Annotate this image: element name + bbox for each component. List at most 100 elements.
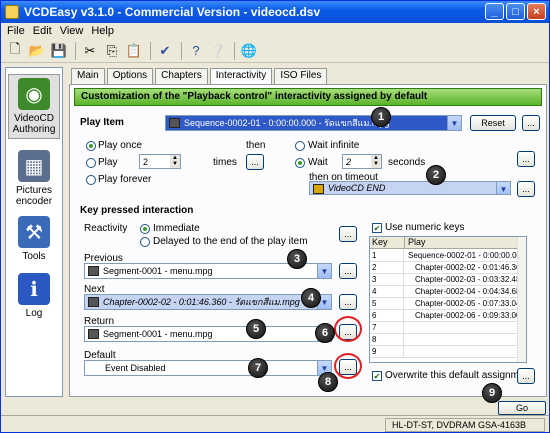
log-icon: ℹ	[18, 273, 50, 305]
play-radio[interactable]	[86, 158, 96, 168]
tab-options[interactable]: Options	[106, 68, 154, 84]
highlight-ring	[334, 353, 362, 379]
callout-marker: 3	[287, 249, 307, 269]
table-header: Key Play	[370, 237, 518, 249]
table-row[interactable]: 1 Sequence-0002-01 - 0:00:00.000	[370, 250, 518, 262]
wait-infinite-radio[interactable]	[295, 141, 305, 151]
spinner-arrows-icon[interactable]: ▲ ▼	[170, 155, 180, 168]
sidebar-item-pictures-encoder[interactable]: ▦ Pictures encoder	[6, 150, 62, 207]
tab-main[interactable]: Main	[71, 68, 105, 84]
default-value: Event Disabled	[105, 363, 166, 373]
use-numeric-keys-label: Use numeric keys	[385, 222, 465, 233]
numeric-keys-table[interactable]: Key Play 1 Sequence-0002-01 - 0:00:00.000…	[369, 236, 527, 363]
maximize-button[interactable]: □	[506, 3, 525, 20]
chevron-down-icon[interactable]: ▼	[447, 116, 461, 130]
chevron-down-icon[interactable]: ▼	[317, 264, 331, 278]
table-row[interactable]: 5 Chapter-0002-05 - 0:07:33.040	[370, 298, 518, 310]
next-select[interactable]: Chapter-0002-02 - 0:01:46.360 - รัดแขกสี…	[84, 294, 332, 310]
col-play-header: Play	[408, 237, 426, 247]
table-row[interactable]: 9	[370, 346, 518, 358]
overwrite-browse-button[interactable]: ...	[517, 368, 535, 384]
sidebar-item-label: VideoCD Authoring	[12, 113, 56, 135]
new-icon[interactable]: 🗋	[5, 41, 25, 61]
previous-browse-button[interactable]: ...	[339, 263, 357, 279]
key-cell: 6	[370, 310, 404, 322]
wait-radio[interactable]	[295, 158, 305, 168]
key-pressed-heading: Key pressed interaction	[80, 205, 194, 216]
timeout-select[interactable]: VideoCD END ▼	[309, 181, 511, 195]
play-forever-radio[interactable]	[86, 175, 96, 185]
immediate-radio[interactable]	[140, 224, 150, 234]
spinner-arrows-icon[interactable]: ▲ ▼	[371, 155, 381, 168]
play-cell: Chapter-0002-03 - 0:03:32.480	[415, 275, 518, 284]
menu-edit[interactable]: Edit	[33, 25, 52, 37]
play-forever-label: Play forever	[98, 174, 152, 185]
callout-marker: 8	[318, 372, 338, 392]
help-icon[interactable]: ?	[186, 41, 206, 61]
play-item-select[interactable]: Sequence-0002-01 - 0:00:00.000 - รัดแขกส…	[165, 115, 462, 131]
table-row[interactable]: 7	[370, 322, 518, 334]
cut-icon[interactable]: ✂	[80, 41, 100, 61]
sidebar-item-tools[interactable]: ⚒ Tools	[6, 216, 62, 262]
table-row[interactable]: 6 Chapter-0002-06 - 0:09:33.000	[370, 310, 518, 322]
return-value: Segment-0001 - menu.mpg	[103, 329, 213, 339]
tab-interactivity[interactable]: Interactivity	[209, 68, 273, 84]
times-label: times	[213, 157, 237, 168]
menu-view[interactable]: View	[60, 25, 84, 37]
tab-strip: Main Options Chapters Interactivity ISO …	[71, 68, 328, 84]
timeout-browse-button[interactable]: ...	[517, 181, 535, 197]
open-icon[interactable]: 📂	[27, 41, 47, 61]
table-scrollbar[interactable]	[517, 237, 526, 362]
table-row[interactable]: 3 Chapter-0002-03 - 0:03:32.480	[370, 274, 518, 286]
play-item-browse-button[interactable]: ...	[522, 115, 540, 131]
menu-bar: File Edit View Help	[1, 23, 549, 39]
chevron-down-icon[interactable]: ▼	[496, 182, 510, 194]
play-item-value: Sequence-0002-01 - 0:00:00.000 - รัดแขกส…	[184, 118, 390, 128]
play-count-browse-button[interactable]: ...	[246, 154, 264, 170]
play-item-label: Play Item	[80, 117, 124, 128]
col-key-header: Key	[372, 237, 405, 249]
save-icon[interactable]: 💾	[49, 41, 69, 61]
highlight-ring	[334, 316, 362, 342]
sidebar-item-log[interactable]: ℹ Log	[6, 273, 62, 319]
next-browse-button[interactable]: ...	[339, 294, 357, 310]
callout-marker: 7	[248, 358, 268, 378]
copy-icon[interactable]: ⎘	[102, 41, 122, 61]
table-row[interactable]: 2 Chapter-0002-02 - 0:01:46.360	[370, 262, 518, 274]
reactivity-browse-button[interactable]: ...	[339, 226, 357, 242]
web-icon[interactable]: 🌐	[239, 41, 259, 61]
minimize-button[interactable]: _	[485, 3, 504, 20]
play-cell: Chapter-0002-06 - 0:09:33.000	[415, 311, 518, 320]
close-button[interactable]: ×	[527, 3, 546, 20]
callout-marker: 4	[301, 288, 321, 308]
tab-chapters[interactable]: Chapters	[155, 68, 208, 84]
sidebar-item-videocd-authoring[interactable]: ◉ VideoCD Authoring	[8, 74, 60, 139]
delayed-radio[interactable]	[140, 237, 150, 247]
whats-this-icon[interactable]: ❔	[208, 41, 228, 61]
check-icon[interactable]: ✔	[155, 41, 175, 61]
wait-browse-button[interactable]: ...	[517, 151, 535, 167]
play-cell: Sequence-0002-01 - 0:00:00.000	[408, 251, 518, 260]
section-banner: Customization of the "Playback control" …	[74, 88, 542, 106]
toolbar-separator	[150, 41, 151, 60]
play-label: Play	[98, 157, 118, 168]
key-cell: 7	[370, 322, 404, 334]
paste-icon[interactable]: 📋	[124, 41, 144, 61]
overwrite-default-checkbox[interactable]: ✔	[372, 371, 382, 381]
title-bar: VCDEasy v3.1.0 - Commercial Version - vi…	[1, 1, 549, 23]
return-select[interactable]: Segment-0001 - menu.mpg ▼	[84, 326, 332, 342]
play-count-stepper[interactable]: 2 ▲ ▼	[139, 154, 181, 169]
wait-seconds-stepper[interactable]: 2 ▲ ▼	[342, 154, 382, 169]
menu-file[interactable]: File	[7, 25, 25, 37]
default-select[interactable]: Event Disabled ▼	[84, 360, 332, 376]
key-cell: 5	[370, 298, 404, 310]
table-row[interactable]: 8	[370, 334, 518, 346]
tab-iso-files[interactable]: ISO Files	[274, 68, 328, 84]
go-button[interactable]: Go	[498, 401, 546, 415]
menu-help[interactable]: Help	[91, 25, 114, 37]
use-numeric-keys-checkbox[interactable]: ✔	[372, 223, 382, 233]
reset-button[interactable]: Reset	[470, 115, 516, 131]
toolbar-separator	[181, 41, 182, 60]
play-once-radio[interactable]	[86, 141, 96, 151]
table-row[interactable]: 4 Chapter-0002-04 - 0:04:34.680	[370, 286, 518, 298]
